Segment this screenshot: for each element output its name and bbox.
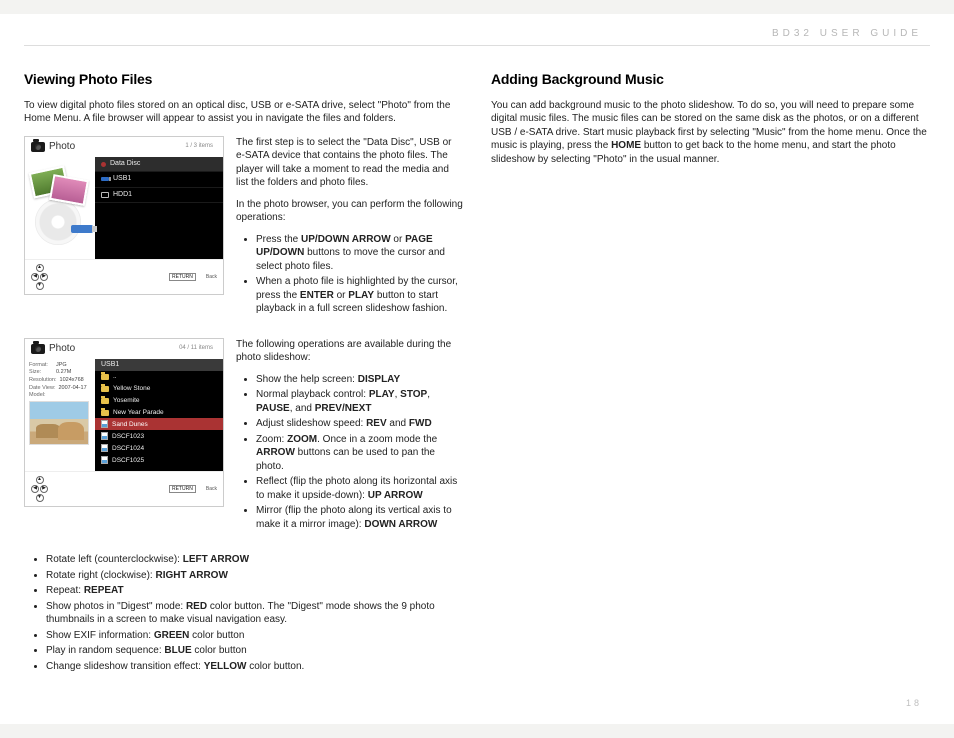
heading-adding-background-music: Adding Background Music — [491, 70, 930, 89]
nav-dpad-icon: ▲ ◀▶ ▼ — [31, 264, 48, 290]
item-count: 04 / 11 items — [179, 345, 217, 352]
list-item: Repeat: REPEAT — [46, 584, 463, 598]
list-item: Normal playback control: PLAY, STOP, PAU… — [256, 388, 463, 415]
device-label: Data Disc — [110, 160, 140, 168]
list-item: Rotate left (counterclockwise): LEFT ARR… — [46, 553, 463, 567]
device-row-hdd1: HDD1 — [95, 188, 223, 203]
screenshot-title: Photo — [49, 141, 75, 153]
disc-bullet-icon — [101, 162, 106, 167]
fig2-intro: The following operations are available d… — [236, 338, 463, 365]
file-row: Yellow Stone — [95, 383, 223, 395]
return-button: RETURN — [169, 485, 196, 493]
camera-icon — [31, 344, 45, 354]
item-count: 1 / 3 items — [185, 143, 217, 150]
nav-dpad-icon: ▲ ◀▶ ▼ — [31, 476, 48, 502]
image-file-icon — [101, 432, 108, 440]
list-item: Rotate right (clockwise): RIGHT ARROW — [46, 569, 463, 583]
heading-viewing-photo-files: Viewing Photo Files — [24, 70, 463, 89]
disc-icon — [35, 199, 81, 245]
list-item: Reflect (flip the photo along its horizo… — [256, 475, 463, 502]
page-top-band — [0, 0, 954, 14]
page-number: 18 — [906, 698, 922, 708]
list-item: Play in random sequence: BLUE color butt… — [46, 644, 463, 658]
return-button: RETURN — [169, 273, 196, 281]
hdd-icon — [101, 192, 109, 198]
file-row: Yosemite — [95, 395, 223, 407]
doc-header: BD32 USER GUIDE — [24, 14, 930, 45]
return-label: Back — [206, 486, 217, 492]
folder-icon — [101, 374, 109, 380]
divider — [24, 45, 930, 46]
device-row-usb1: USB1 — [95, 172, 223, 187]
list-item: Zoom: ZOOM. Once in a zoom mode the ARRO… — [256, 433, 463, 474]
intro-paragraph: To view digital photo files stored on an… — [24, 99, 463, 126]
list-item: Change slideshow transition effect: YELL… — [46, 660, 463, 674]
device-row-data-disc: Data Disc — [95, 157, 223, 172]
image-file-icon — [101, 456, 108, 464]
image-file-icon — [101, 444, 108, 452]
image-file-icon — [101, 420, 108, 428]
folder-icon — [101, 410, 109, 416]
fig1-text-2: In the photo browser, you can perform th… — [236, 198, 463, 225]
fig1-text-1: The first step is to select the "Data Di… — [236, 136, 463, 190]
metadata-panel: Format:JPG Size:0.27M Resolution:1024x76… — [25, 359, 95, 471]
file-row: .. — [95, 371, 223, 383]
bg-music-paragraph: You can add background music to the phot… — [491, 99, 930, 167]
file-row: DSCF1023 — [95, 430, 223, 442]
list-item: Show the help screen: DISPLAY — [256, 373, 463, 387]
camera-icon — [31, 142, 45, 152]
page: BD32 USER GUIDE Viewing Photo Files To v… — [0, 14, 954, 724]
file-row: New Year Parade — [95, 407, 223, 419]
device-label: USB1 — [113, 175, 131, 183]
media-illustration — [25, 157, 95, 259]
file-row-selected: Sand Dunes — [95, 418, 223, 430]
device-label: HDD1 — [113, 191, 132, 199]
list-item: Press the UP/DOWN ARROW or PAGE UP/DOWN … — [256, 233, 463, 274]
screenshot-title: Photo — [49, 343, 75, 355]
folder-icon — [101, 398, 109, 404]
preview-thumbnail — [29, 401, 89, 445]
screenshot-device-select: Photo 1 / 3 items — [24, 136, 224, 295]
page-bottom-band — [0, 724, 954, 738]
list-item: When a photo file is highlighted by the … — [256, 275, 463, 316]
list-item: Show photos in "Digest" mode: RED color … — [46, 600, 463, 627]
folder-icon — [101, 386, 109, 392]
file-row: DSCF1025 — [95, 454, 223, 466]
usb-icon — [101, 177, 109, 181]
file-row: DSCF1024 — [95, 442, 223, 454]
return-label: Back — [206, 274, 217, 280]
list-item: Mirror (flip the photo along its vertica… — [256, 504, 463, 531]
screenshot-file-browser: Photo 04 / 11 items Format:JPG Size:0.27… — [24, 338, 224, 507]
right-column: Adding Background Music You can add back… — [491, 70, 930, 681]
location-header: USB1 — [95, 359, 223, 371]
left-column: Viewing Photo Files To view digital phot… — [24, 70, 463, 681]
usb-stick-icon — [71, 225, 93, 233]
list-item: Show EXIF information: GREEN color butto… — [46, 629, 463, 643]
list-item: Adjust slideshow speed: REV and FWD — [256, 417, 463, 431]
